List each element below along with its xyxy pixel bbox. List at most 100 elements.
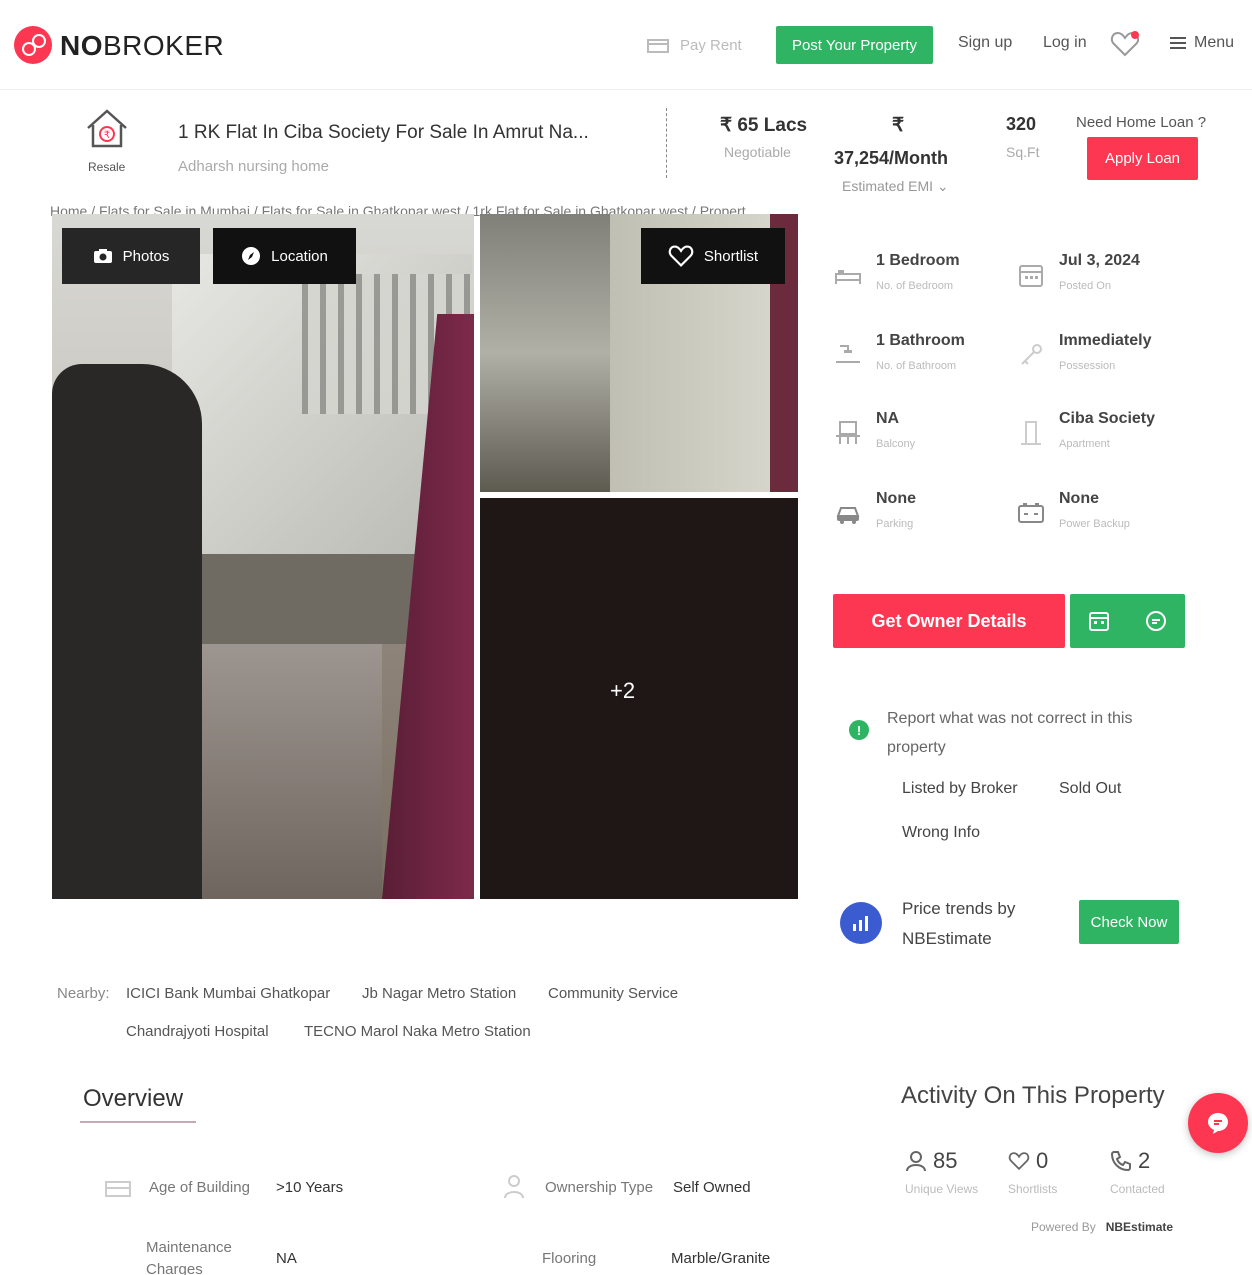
flooring-value: Marble/Granite (671, 1250, 771, 1267)
user-icon (906, 1151, 926, 1172)
building-icon (1021, 421, 1041, 445)
spec-posted-on-value: Jul 3, 2024 (1059, 252, 1140, 269)
activity-shortlists: 0 Shortlists (1008, 1148, 1058, 1196)
key-icon (1021, 344, 1042, 365)
svg-text:₹: ₹ (104, 130, 110, 141)
chat-support-button[interactable] (1188, 1093, 1248, 1153)
site-header: NOBROKER Pay Rent Post Your Property Sig… (0, 0, 1252, 90)
pay-rent-label: Pay Rent (680, 36, 742, 54)
nearby-item[interactable]: Community Service (548, 985, 678, 1002)
age-of-building-value: >10 Years (276, 1179, 344, 1196)
spec-posted-on-label: Posted On (1059, 280, 1111, 292)
nearby-item[interactable]: ICICI Bank Mumbai Ghatkopar (126, 985, 330, 1002)
brand-logo-text[interactable]: NOBROKER (60, 30, 224, 62)
spec-bathroom-value: 1 Bathroom (876, 332, 965, 349)
log-in-link[interactable]: Log in (1043, 34, 1087, 52)
calendar-icon[interactable] (1087, 609, 1111, 633)
price-negotiable-note: Negotiable (724, 144, 791, 160)
shortlist-button[interactable]: Shortlist (641, 228, 785, 284)
schedule-chat-button-group (1070, 594, 1185, 648)
spec-apartment-value: Ciba Society (1059, 410, 1156, 427)
home-loan-question: Need Home Loan ? (1076, 114, 1207, 131)
property-area-unit: Sq.Ft (1006, 144, 1040, 160)
post-property-button[interactable]: Post Your Property (776, 26, 933, 64)
resale-label: Resale (88, 160, 126, 174)
get-owner-details-button[interactable]: Get Owner Details (833, 594, 1065, 648)
spec-possession-label: Possession (1059, 360, 1116, 372)
shortlist-heart-icon[interactable] (1110, 30, 1140, 58)
property-title: 1 RK Flat In Ciba Society For Sale In Am… (178, 122, 589, 143)
calendar-icon (1019, 265, 1043, 287)
chat-icon[interactable] (1144, 609, 1168, 633)
apply-loan-button[interactable]: Apply Loan (1087, 137, 1198, 180)
property-subtitle: Adharsh nursing home (178, 158, 329, 175)
heart-icon (668, 245, 694, 267)
camera-icon (93, 249, 112, 263)
spec-power-backup-value: None (1059, 490, 1099, 507)
nearby-item[interactable]: Jb Nagar Metro Station (362, 985, 516, 1002)
sign-up-link[interactable]: Sign up (958, 34, 1012, 52)
overview-tab[interactable]: Overview (83, 1085, 183, 1113)
spec-parking-value: None (876, 490, 916, 507)
maintenance-charges-value: NA (276, 1250, 297, 1267)
maintenance-charges-label: Maintenance Charges (146, 1239, 232, 1275)
property-area: 320 (1006, 114, 1037, 134)
report-option-wrong-info[interactable]: Wrong Info (902, 824, 980, 842)
compass-icon (242, 247, 261, 265)
heart-icon (1008, 1152, 1030, 1171)
spec-parking-label: Parking (876, 518, 914, 530)
title-divider (666, 108, 667, 178)
spec-balcony-value: NA (876, 410, 900, 427)
powered-by: Powered By NBEstimate (1031, 1220, 1174, 1234)
nearby-item[interactable]: Chandrajyoti Hospital (126, 1023, 269, 1040)
estimated-emi-dropdown[interactable]: Estimated EMI ⌄ (842, 178, 949, 195)
nearby-item[interactable]: TECNO Marol Naka Metro Station (304, 1023, 531, 1040)
pay-rent-link[interactable]: Pay Rent (646, 34, 742, 56)
spec-apartment-label: Apartment (1059, 438, 1110, 450)
ownership-icon (504, 1175, 524, 1199)
report-alert-icon: ! (849, 720, 869, 740)
check-now-button[interactable]: Check Now (1079, 900, 1179, 944)
spec-bedroom-value: 1 Bedroom (876, 252, 960, 269)
property-photo-more[interactable] (480, 498, 798, 899)
car-icon (836, 507, 860, 524)
property-price: ₹ 65 Lacs (720, 115, 808, 136)
overview-tab-underline (80, 1121, 196, 1123)
age-of-building-label: Age of Building (149, 1179, 250, 1196)
battery-icon (1018, 503, 1044, 523)
report-option-listed-by-broker[interactable]: Listed by Broker (902, 780, 1018, 798)
ownership-type-label: Ownership Type (545, 1179, 654, 1196)
activity-title: Activity On This Property (901, 1082, 1165, 1109)
spec-bedroom-label: No. of Bedroom (876, 280, 954, 292)
more-photos-count[interactable]: +2 (610, 678, 635, 704)
photos-button[interactable]: Photos (62, 228, 200, 284)
pay-rent-icon (647, 39, 669, 53)
chat-bubble-icon (1208, 1113, 1228, 1134)
property-photo-main[interactable] (52, 214, 474, 899)
report-option-sold-out[interactable]: Sold Out (1059, 780, 1121, 798)
spec-bathroom-label: No. of Bathroom (876, 360, 957, 372)
phone-icon (1110, 1151, 1131, 1172)
activity-contacted: 2 Contacted (1110, 1148, 1165, 1196)
hamburger-icon (1170, 37, 1186, 49)
ownership-type-value: Self Owned (673, 1179, 751, 1196)
location-button[interactable]: Location (213, 228, 356, 284)
flooring-label: Flooring (542, 1250, 597, 1267)
activity-unique-views: 85 Unique Views (905, 1148, 979, 1196)
shower-icon (836, 345, 860, 363)
spec-power-backup-label: Power Backup (1059, 518, 1130, 530)
price-trends-text: Price trends by NBEstimate (902, 899, 1016, 948)
bed-icon (835, 270, 861, 284)
price-trends-chart-icon (840, 902, 882, 944)
report-prompt: Report what was not correct in this prop… (887, 710, 1133, 756)
building-age-icon (105, 1181, 131, 1197)
menu-button[interactable]: Menu (1170, 34, 1234, 52)
emi-currency-symbol: ₹ (892, 115, 905, 136)
menu-label: Menu (1194, 34, 1235, 51)
nearby-label: Nearby: (57, 985, 110, 1002)
spec-balcony-label: Balcony (876, 438, 916, 450)
nobroker-logo-icon[interactable] (14, 26, 52, 64)
chevron-down-icon: ⌄ (936, 178, 949, 194)
estimated-emi: 37,254/Month (834, 148, 949, 168)
balcony-icon (836, 421, 860, 444)
